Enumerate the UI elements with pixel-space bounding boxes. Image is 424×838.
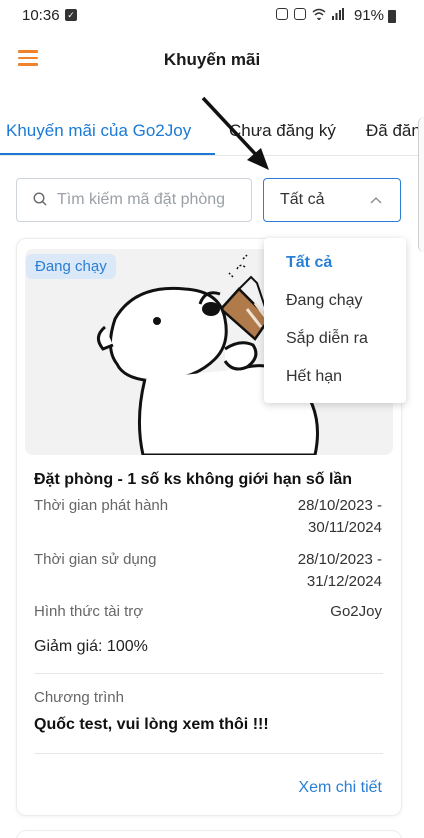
battery-icon — [388, 10, 396, 23]
release-time-label: Thời gian phát hành — [34, 497, 169, 514]
usage-time-value: 28/10/2023 - 31/12/2024 — [298, 549, 382, 593]
wifi-icon — [312, 8, 326, 20]
search-input[interactable] — [57, 179, 247, 221]
annotation-arrow-icon — [201, 96, 269, 170]
release-to: 30/11/2024 — [308, 519, 382, 536]
app-header: Khuyến mãi — [0, 32, 424, 88]
program-label: Chương trình — [34, 689, 124, 706]
search-icon — [33, 192, 47, 206]
filter-option-upcoming[interactable]: Sắp diễn ra — [286, 330, 368, 348]
filter-option-all[interactable]: Tất cả — [286, 254, 332, 272]
notification-check-icon: ✓ — [65, 9, 77, 21]
status-time: 10:36 — [22, 7, 60, 24]
status-icons — [276, 8, 344, 20]
usage-from: 28/10/2023 - — [297, 551, 382, 568]
sponsor-value: Go2Joy — [330, 603, 382, 620]
program-name: Quốc test, vui lòng xem thôi !!! — [34, 716, 269, 733]
status-bar: 10:36 ✓ 91% — [0, 0, 424, 32]
chevron-up-icon — [370, 197, 382, 204]
release-from: 28/10/2023 - — [297, 497, 382, 514]
filter-selected-value: Tất cả — [280, 191, 325, 208]
tab-go2joy-promos[interactable]: Khuyến mãi của Go2Joy — [6, 121, 191, 141]
alarm-icon — [276, 8, 288, 20]
active-tab-indicator — [0, 153, 215, 155]
filter-option-running[interactable]: Đang chạy — [286, 292, 363, 310]
battery-percent: 91% — [353, 7, 384, 24]
filter-option-expired[interactable]: Hết hạn — [286, 368, 342, 386]
discount-text: Giảm giá: 100% — [34, 638, 148, 655]
filter-dropdown-menu: Tất cả Đang chạy Sắp diễn ra Hết hạn — [264, 238, 406, 403]
search-box[interactable] — [16, 178, 252, 222]
status-filter-select[interactable]: Tất cả — [263, 178, 401, 222]
divider — [34, 753, 383, 754]
release-time-value: 28/10/2023 - 30/11/2024 — [298, 495, 382, 539]
divider — [34, 673, 383, 674]
view-details-link[interactable]: Xem chi tiết — [298, 779, 382, 797]
mute-icon — [294, 8, 306, 20]
usage-time-label: Thời gian sử dụng — [34, 551, 157, 568]
status-badge: Đang chạy — [26, 254, 116, 279]
tab-registered[interactable]: Đã đăng — [366, 121, 424, 141]
sponsor-label: Hình thức tài trợ — [34, 603, 144, 620]
next-promo-card[interactable] — [16, 830, 402, 838]
promo-title: Đặt phòng - 1 số ks không giới hạn số lầ… — [34, 471, 353, 488]
page-title: Khuyến mãi — [163, 50, 261, 69]
signal-icon — [332, 8, 344, 20]
usage-to: 31/12/2024 — [306, 573, 382, 590]
side-edge-handle — [418, 117, 424, 252]
